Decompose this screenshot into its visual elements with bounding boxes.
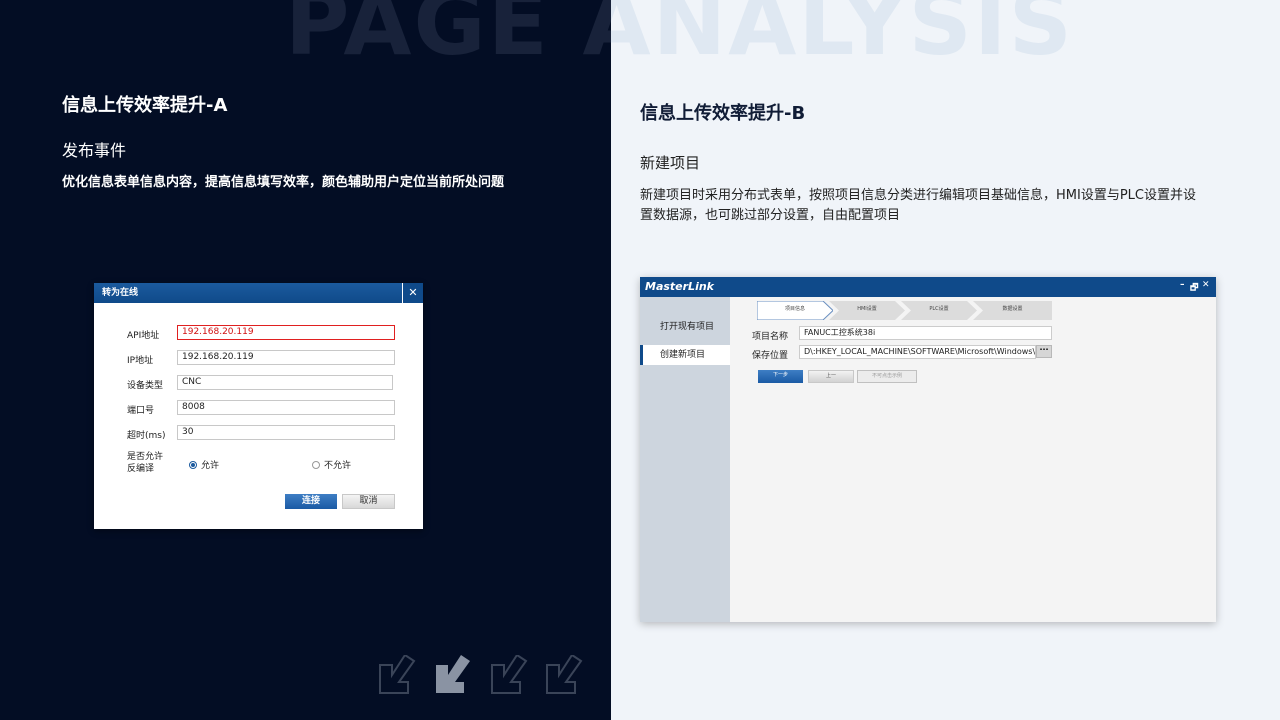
ip-address-label: IP地址 [127, 356, 154, 366]
deny-radio[interactable]: 不允许 [312, 458, 351, 471]
cancel-button[interactable]: 取消 [342, 494, 395, 509]
section-heading-a: 信息上传效率提升-A [62, 95, 228, 116]
section-description-b: 新建项目时采用分布式表单，按照项目信息分类进行编辑项目基础信息，HMI设置与PL… [640, 188, 1196, 223]
section-subheading-a: 发布事件 [62, 141, 127, 160]
left-panel: PAGE ANALYSIS 信息上传效率提升-A 发布事件 优化信息表单信息内容… [0, 0, 611, 720]
sidebar: 打开现有项目 创建新项目 [640, 297, 730, 622]
device-type-label: 设备类型 [127, 381, 164, 391]
save-location-input[interactable]: D\:HKEY_LOCAL_MACHINE\SOFTWARE\Microsoft… [799, 345, 1036, 359]
ip-address-input[interactable]: 192.168.20.119 [177, 350, 395, 365]
dialog-titlebar: 转为在线 ✕ [94, 283, 423, 303]
masterlink-window: MasterLink – 🗗 ✕ 打开现有项目 创建新项目 项目信息 HMI设置… [640, 277, 1216, 622]
radio-selected-icon [189, 461, 197, 469]
minimize-icon[interactable]: – [1180, 280, 1185, 290]
port-input[interactable]: 8008 [177, 400, 395, 415]
right-panel: PAGE ANALYSIS 信息上传效率提升-B 新建项目 新建项目时采用分布式… [611, 0, 1280, 720]
device-type-input[interactable]: CNC [177, 375, 393, 390]
decompile-label: 是否允许 反编译 [127, 452, 164, 474]
arrow-down-left-outline-icon [546, 655, 583, 694]
arrow-down-left-filled-icon [436, 655, 470, 693]
restore-icon[interactable]: 🗗 [1190, 280, 1198, 296]
port-label: 端口号 [127, 406, 155, 416]
step-project-info[interactable]: 项目信息 [757, 301, 833, 320]
window-titlebar: MasterLink – 🗗 ✕ [640, 277, 1216, 297]
timeout-label: 超时(ms) [127, 431, 166, 441]
step-hmi-settings[interactable]: HMI设置 [829, 301, 905, 320]
api-address-input[interactable]: 192.168.20.119 [177, 325, 395, 340]
step-plc-settings[interactable]: PLC设置 [901, 301, 977, 320]
next-step-button[interactable]: 下一步 [758, 370, 803, 383]
close-icon[interactable]: ✕ [1202, 280, 1210, 290]
step-data-settings[interactable]: 数据设置 [973, 301, 1052, 320]
background-title: PAGE ANALYSIS [611, 0, 1074, 75]
connect-button[interactable]: 连接 [285, 494, 337, 509]
arrow-down-left-outline-icon [491, 655, 528, 694]
section-subheading-b: 新建项目 [640, 154, 701, 172]
browse-button[interactable]: ··· [1036, 345, 1052, 358]
radio-unselected-icon [312, 461, 320, 469]
project-name-label: 项目名称 [752, 332, 789, 342]
disabled-example-button: 不可点击示例 [857, 370, 917, 383]
app-title: MasterLink [645, 280, 714, 293]
close-icon[interactable]: ✕ [402, 283, 423, 303]
timeout-input[interactable]: 30 [177, 425, 395, 440]
allow-radio[interactable]: 允许 [189, 458, 219, 471]
api-address-label: API地址 [127, 331, 160, 341]
background-title: PAGE ANALYSIS [285, 0, 611, 75]
section-heading-b: 信息上传效率提升-B [640, 103, 806, 124]
arrow-down-left-outline-icon [379, 655, 416, 694]
sidebar-item-open-project[interactable]: 打开现有项目 [640, 317, 730, 337]
dialog-title: 转为在线 [102, 288, 139, 298]
prev-step-button[interactable]: 上一 [808, 370, 854, 383]
sidebar-item-new-project[interactable]: 创建新项目 [640, 345, 730, 365]
section-description-a: 优化信息表单信息内容，提高信息填写效率，颜色辅助用户定位当前所处问题 [62, 175, 505, 190]
save-location-label: 保存位置 [752, 351, 789, 361]
go-online-dialog: 转为在线 ✕ API地址 192.168.20.119 IP地址 192.168… [94, 283, 423, 529]
project-name-input[interactable]: FANUC工控系统38i [799, 326, 1052, 340]
